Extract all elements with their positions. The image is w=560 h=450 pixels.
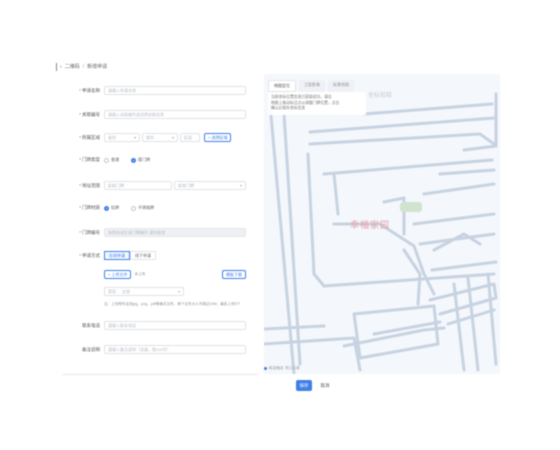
city-select[interactable]: 城市 ▾ xyxy=(142,133,178,142)
form-row-range: *地址范围 起始门牌 结束门牌 ▾ xyxy=(62,181,246,190)
breadcrumb-current: 新增申请 xyxy=(87,64,108,70)
cancel-button[interactable]: 取消 xyxy=(317,380,333,391)
name-input[interactable]: 请输入申请名称 xyxy=(104,86,246,95)
district-select[interactable]: 区县 xyxy=(180,133,200,142)
map-panel[interactable]: 地图定位 卫星影像 街景地图 当前坐标位置信息已获取成功，请在 地图上拖动标注点… xyxy=(264,74,500,374)
form-row-material: *门牌材质 铝牌 不锈钢牌 xyxy=(62,205,166,211)
field-label: *门牌材质 xyxy=(79,205,100,210)
map-footer-label: 标注地点 xyxy=(269,366,284,370)
upload-note-row: 注：上传附件支持jpg、png、pdf等格式文件，单个文件大小不超过10M，最多… xyxy=(104,302,246,307)
code-input[interactable]: 请输入关联编号或选择关联信息 xyxy=(104,110,246,119)
field-label: *门牌编号 xyxy=(79,229,100,235)
field-label: *关联编号 xyxy=(79,111,100,117)
select-region-button[interactable]: + 选择区域 xyxy=(204,133,232,142)
range-to-select[interactable]: 结束门牌 ▾ xyxy=(174,181,246,190)
download-template-button[interactable]: 模板下载 xyxy=(222,270,246,279)
field-label: 联系电话 xyxy=(82,322,100,328)
province-select[interactable]: 省份 ▾ xyxy=(104,133,140,142)
breadcrumb-divider xyxy=(56,63,57,71)
field-label: *所属区域 xyxy=(79,134,100,140)
form-row-name: *申请名称 请输入申请名称 xyxy=(62,86,246,95)
upload-row: + 上传文件 未上传 模板下载 xyxy=(104,270,246,279)
breadcrumb-parent[interactable]: 二维码 xyxy=(65,63,80,70)
field-label: *申请名称 xyxy=(79,87,100,93)
required-mark: * xyxy=(79,87,81,93)
number-input: 系统自动生成门牌编号 请勿修改 xyxy=(104,228,246,237)
breadcrumb-separator: / xyxy=(82,63,85,70)
required-mark: * xyxy=(79,134,81,140)
upload-type-select[interactable]: 类型 全部 ▾ xyxy=(104,287,184,296)
radio-icon xyxy=(104,157,109,163)
field-label: *门牌类型 xyxy=(79,157,100,162)
tab-offline[interactable]: 线下申请 xyxy=(130,251,156,260)
upload-note: 注：上传附件支持jpg、png、pdf等格式文件，单个文件大小不超过10M，最多… xyxy=(104,302,241,306)
tab-online[interactable]: 在线申请 xyxy=(104,251,130,260)
method-tabs: 在线申请 线下申请 xyxy=(104,251,156,260)
save-button[interactable]: 保存 xyxy=(296,380,312,391)
form-row-method: *申请方式 在线申请 线下申请 xyxy=(62,251,156,260)
map-place-label[interactable]: 幸福家园 xyxy=(350,218,390,231)
chevron-down-icon: ▾ xyxy=(133,135,136,140)
form-actions: 保存 取消 xyxy=(296,380,333,391)
upload-button[interactable]: + 上传文件 xyxy=(104,270,132,279)
range-from-select[interactable]: 起始门牌 xyxy=(104,181,172,190)
map-footer-value: 默认位置 xyxy=(285,366,300,370)
upload-status: 未上传 xyxy=(134,272,146,276)
map-footer: 标注地点 默认位置 xyxy=(264,366,300,371)
form-row-number: *门牌编号 系统自动生成门牌编号 请勿修改 xyxy=(62,228,246,237)
location-dot-icon xyxy=(264,367,267,370)
upload-type-row: 类型 全部 ▾ xyxy=(104,287,184,296)
application-form: *申请名称 请输入申请名称 *关联编号 请输入关联编号或选择关联信息 *所属区域… xyxy=(62,74,258,375)
radio-checked-icon xyxy=(131,157,136,163)
field-label: *申请方式 xyxy=(79,252,100,258)
type-option-normal[interactable]: 普通 xyxy=(104,157,119,163)
tab-satellite[interactable]: 卫星影像 xyxy=(299,80,325,92)
map-tabs: 地图定位 卫星影像 街景地图 xyxy=(268,80,354,92)
map-roads xyxy=(264,92,498,374)
field-label: 备注说明 xyxy=(82,346,100,352)
radio-checked-icon xyxy=(104,205,109,211)
landmark-green-area xyxy=(400,202,422,212)
tab-map-location[interactable]: 地图定位 xyxy=(268,80,296,92)
coordinate-label: 坐标拾取 xyxy=(368,93,393,99)
required-mark: * xyxy=(79,205,81,210)
form-row-code: *关联编号 请输入关联编号或选择关联信息 xyxy=(62,110,246,119)
breadcrumb: ‹ 二维码 / 新增申请 xyxy=(56,63,108,71)
required-mark: * xyxy=(79,111,81,117)
chevron-down-icon: ▾ xyxy=(171,135,174,140)
form-row-region: *所属区域 省份 ▾ 城市 ▾ 区县 + 选择区域 xyxy=(62,133,232,142)
form-row-remark: 备注说明 请输入备注说明（选填，限200字） xyxy=(62,345,246,354)
required-mark: * xyxy=(79,229,81,235)
back-icon[interactable]: ‹ xyxy=(60,64,62,70)
form-row-phone: 联系电话 请输入联系电话 xyxy=(62,321,246,330)
type-option-building[interactable]: 楼门牌 xyxy=(131,157,150,163)
form-row-type: *门牌类型 普通 楼门牌 xyxy=(62,157,162,163)
tab-street-view[interactable]: 街景地图 xyxy=(328,80,354,92)
material-option-steel[interactable]: 不锈钢牌 xyxy=(131,205,154,211)
material-option-aluminum[interactable]: 铝牌 xyxy=(104,205,119,211)
chevron-down-icon: ▾ xyxy=(177,289,180,294)
required-mark: * xyxy=(79,157,81,162)
chevron-down-icon: ▾ xyxy=(239,183,242,188)
phone-input[interactable]: 请输入联系电话 xyxy=(104,321,246,330)
radio-icon xyxy=(131,205,136,211)
field-label: *地址范围 xyxy=(79,182,100,188)
map-info-box: 当前坐标位置信息已获取成功，请在 地图上拖动标注点以调整门牌位置，点击 确认后保… xyxy=(268,92,366,115)
required-mark: * xyxy=(79,252,81,258)
remark-input[interactable]: 请输入备注说明（选填，限200字） xyxy=(104,345,246,354)
required-mark: * xyxy=(79,182,81,188)
map-info-line: 确认后保存坐标信息 xyxy=(271,106,306,110)
